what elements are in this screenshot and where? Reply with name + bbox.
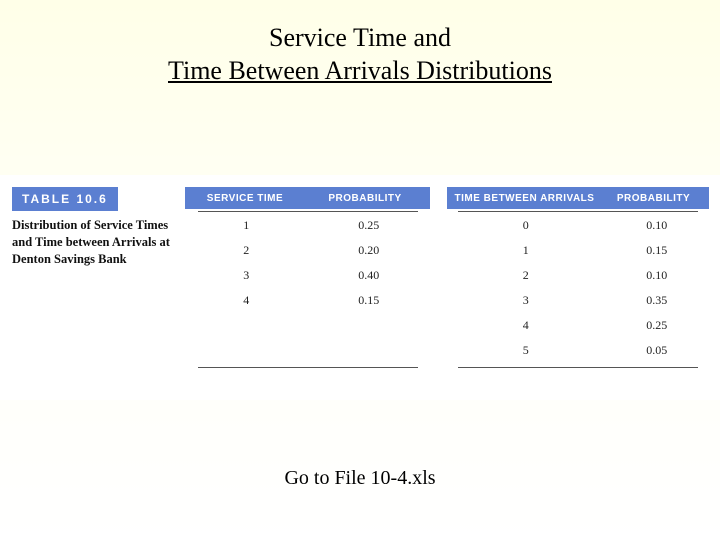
col-time-between: TIME BETWEEN ARRIVALS [447, 193, 602, 204]
table-row: 40.15 [185, 288, 430, 313]
cell: 0.05 [604, 338, 709, 363]
file-link[interactable]: Go to File 10-4.xls [0, 467, 720, 490]
service-header-bar: SERVICE TIME PROBABILITY [185, 187, 430, 209]
col-probability-right: PROBABILITY [602, 193, 705, 204]
cell: 3 [447, 288, 604, 313]
cell: 2 [185, 238, 308, 263]
arrival-distribution-table: 00.10 10.15 20.10 30.35 40.25 50.05 [447, 213, 709, 363]
table-row: 00.10 [447, 213, 709, 238]
table-number-badge: TABLE 10.6 [12, 187, 118, 211]
table-row: 20.20 [185, 238, 430, 263]
col-service-time: SERVICE TIME [185, 193, 305, 204]
cell: 0.15 [308, 288, 431, 313]
table-row: 30.35 [447, 288, 709, 313]
table-row: 30.40 [185, 263, 430, 288]
cell: 0.20 [308, 238, 431, 263]
arrival-header-bar: TIME BETWEEN ARRIVALS PROBABILITY [447, 187, 709, 209]
rule [198, 367, 418, 368]
cell: 0 [447, 213, 604, 238]
cell: 1 [185, 213, 308, 238]
table-row: 50.05 [447, 338, 709, 363]
cell: 0.15 [604, 238, 709, 263]
table-row: 10.25 [185, 213, 430, 238]
cell: 4 [447, 313, 604, 338]
col-probability-left: PROBABILITY [305, 193, 425, 204]
cell: 1 [447, 238, 604, 263]
title-line-1: Service Time and [0, 22, 720, 55]
table-figure: TABLE 10.6 Distribution of Service Times… [0, 175, 720, 400]
cell: 5 [447, 338, 604, 363]
table-caption: Distribution of Service Times and Time b… [12, 217, 172, 268]
table-row: 10.15 [447, 238, 709, 263]
table-row: 20.10 [447, 263, 709, 288]
cell: 0.40 [308, 263, 431, 288]
slide-title: Service Time and Time Between Arrivals D… [0, 0, 720, 87]
rule [458, 367, 698, 368]
cell: 0.25 [604, 313, 709, 338]
rule [198, 211, 418, 212]
rule [458, 211, 698, 212]
table-row: 40.25 [447, 313, 709, 338]
cell: 2 [447, 263, 604, 288]
cell: 0.10 [604, 263, 709, 288]
cell: 0.10 [604, 213, 709, 238]
title-line-2: Time Between Arrivals Distributions [0, 55, 720, 88]
service-distribution-table: 10.25 20.20 30.40 40.15 [185, 213, 430, 313]
cell: 0.25 [308, 213, 431, 238]
cell: 4 [185, 288, 308, 313]
cell: 3 [185, 263, 308, 288]
cell: 0.35 [604, 288, 709, 313]
